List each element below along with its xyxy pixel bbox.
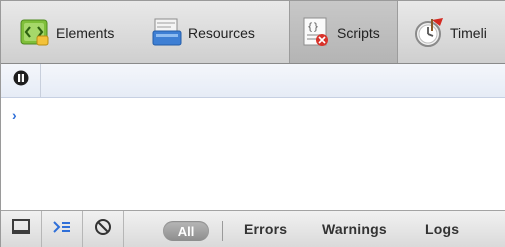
timeline-icon: [413, 16, 445, 48]
pause-icon: [13, 70, 29, 91]
console-toggle-button[interactable]: [42, 211, 82, 247]
tab-scripts[interactable]: {} Scripts: [289, 1, 398, 63]
status-bar: All Errors Warnings Logs: [1, 210, 505, 247]
svg-text:{}: {}: [307, 22, 319, 33]
devtools-toolbar: Elements Resources {} Scripts Timeli: [1, 1, 505, 64]
tab-timeline-label: Timeli: [450, 25, 487, 41]
tab-timeline[interactable]: Timeli: [413, 1, 505, 63]
dock-window-icon: [11, 219, 31, 240]
pause-bar: [1, 64, 505, 98]
tab-resources-label: Resources: [188, 25, 255, 41]
clear-console-button[interactable]: [83, 211, 123, 247]
console-toggle-icon: [52, 220, 72, 239]
filter-logs-button[interactable]: Logs: [425, 221, 459, 237]
elements-icon: [19, 16, 51, 48]
filter-separator: [222, 221, 223, 241]
pause-button[interactable]: [1, 64, 41, 97]
tab-resources[interactable]: Resources: [151, 1, 283, 63]
tab-elements-label: Elements: [56, 25, 115, 41]
scripts-icon: {}: [300, 16, 332, 48]
tab-elements[interactable]: Elements: [19, 1, 137, 63]
clear-console-icon: [94, 218, 112, 241]
tab-scripts-label: Scripts: [337, 25, 380, 41]
status-separator: [123, 211, 124, 247]
filter-all-button[interactable]: All: [163, 221, 209, 241]
filter-warnings-button[interactable]: Warnings: [322, 221, 387, 237]
devtools-window: Elements Resources {} Scripts Timeli › A…: [0, 0, 505, 247]
resources-icon: [151, 16, 183, 48]
console-output[interactable]: ›: [1, 98, 505, 210]
console-prompt: ›: [12, 107, 17, 123]
dock-window-button[interactable]: [1, 211, 41, 247]
filter-errors-button[interactable]: Errors: [244, 221, 287, 237]
